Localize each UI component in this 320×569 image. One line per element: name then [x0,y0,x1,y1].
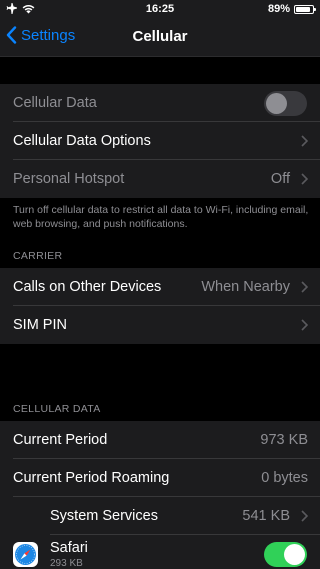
safari-compass-icon [15,544,36,565]
cellular-data-section-header: CELLULAR DATA [13,403,101,415]
chevron-right-icon [301,281,308,293]
current-period-roaming-label: Current Period Roaming [13,470,170,486]
calls-on-other-devices-value: When Nearby [201,279,290,295]
carrier-section-header: CARRIER [13,250,63,262]
chevron-right-icon [301,510,308,522]
current-period-label: Current Period [13,432,108,448]
system-services-label: System Services [50,508,158,524]
system-services-value: 541 KB [242,508,290,524]
chevron-right-icon [301,173,308,185]
current-period-roaming-row: Current Period Roaming 0 bytes [0,459,320,497]
chevron-right-icon [301,319,308,331]
battery-percent: 89% [267,3,290,15]
battery-fill [296,6,311,12]
chevron-right-icon [301,135,308,147]
safari-usage: 293 KB [50,558,83,569]
current-period-value: 973 KB [260,432,308,448]
current-period-roaming-value: 0 bytes [261,470,308,486]
cellular-data-options-label: Cellular Data Options [13,133,151,149]
calls-on-other-devices-label: Calls on Other Devices [13,279,162,295]
carrier-group: Calls on Other Devices When Nearby SIM P… [0,268,320,344]
cellular-data-options-row[interactable]: Cellular Data Options [0,122,320,160]
status-bar: 16:25 89% [0,0,320,18]
page-title: Cellular [132,28,188,45]
sim-pin-row[interactable]: SIM PIN [0,306,320,344]
navigation-bar: Settings Cellular [0,18,320,57]
cellular-data-usage-group: Current Period 973 KB Current Period Roa… [0,421,320,569]
safari-row: Safari 293 KB [0,535,320,569]
toggle-knob [284,544,305,565]
toggle-knob [266,93,287,114]
safari-cellular-toggle[interactable] [264,542,307,567]
calls-on-other-devices-row[interactable]: Calls on Other Devices When Nearby [0,268,320,306]
cellular-data-label: Cellular Data [13,95,97,111]
personal-hotspot-row[interactable]: Personal Hotspot Off [0,160,320,198]
status-right: 89% [267,3,316,15]
safari-label: Safari [50,540,88,556]
battery-icon [294,4,316,14]
personal-hotspot-value: Off [270,171,290,187]
main-settings-group: Cellular Data Cellular Data Options Pers… [0,84,320,198]
personal-hotspot-label: Personal Hotspot [13,171,125,187]
cellular-data-toggle[interactable] [264,91,307,116]
cellular-data-footer-note: Turn off cellular data to restrict all d… [13,204,309,230]
system-services-row[interactable]: System Services 541 KB [0,497,320,535]
current-period-row: Current Period 973 KB [0,421,320,459]
safari-app-icon [13,542,38,567]
sim-pin-label: SIM PIN [13,317,67,333]
cellular-data-row: Cellular Data [0,84,320,122]
